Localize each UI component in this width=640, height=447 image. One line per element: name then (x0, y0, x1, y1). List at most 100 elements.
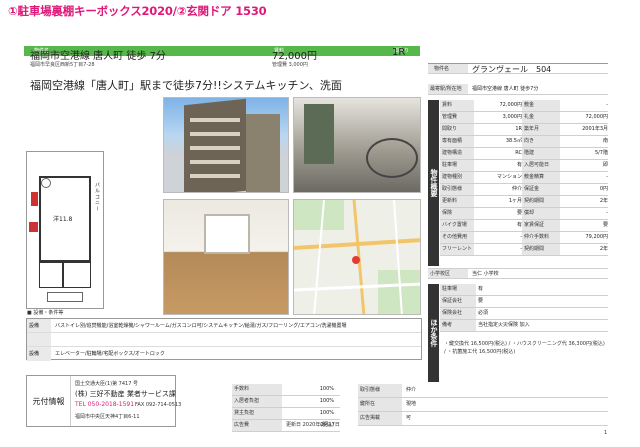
detail-value: 72,000円 (499, 102, 523, 108)
fee-label: 手数料 (232, 384, 282, 395)
equipment-row: 設備 エレベーター/駐輪場/宅配ボックス/オートロック (27, 347, 421, 361)
detail-label: 専有面積 (440, 136, 474, 147)
conditions-table: 駐車場有保証会社要保険会社 必須 備考 当社指定火災保険 加入 (440, 284, 608, 332)
detail-value: RC (515, 150, 522, 156)
detail-label: 築年月 (522, 124, 560, 135)
equipment-label (27, 333, 51, 346)
address-line: 福岡市空港線 唐人町 徒歩 7分 (30, 51, 166, 62)
fee-value: 100% (319, 386, 334, 392)
footer-right-table: 取引態様 仲介 鍵所在 現地 広告掲載可 (358, 384, 608, 426)
room-label: 洋11.8 (53, 216, 73, 223)
detail-value: 2年 (599, 198, 608, 204)
equipment-label: 設備 (27, 319, 51, 332)
detail-label: 階建 (522, 148, 560, 159)
property-detail-table: 賃料 72,000円 敷金 - 管理費 3,000円 礼金 72,000円 間取り 1R 築年月 20… (440, 100, 608, 256)
detail-row: 建物構造 RC 階建 5/7階 (440, 148, 608, 160)
detail-label: 契約期間 (522, 244, 560, 255)
detail-row: フリーレント-契約期間 2年 (440, 244, 608, 256)
condition-value: 必須 (478, 310, 489, 316)
detail-value: 2001年3月 (582, 126, 608, 132)
condition-row: 保険会社 必須 (440, 308, 608, 320)
detail-value: - (606, 102, 608, 108)
equipment-table: 設備 バストイレ別/追焚機能/浴室乾燥機/シャワールーム/ガスコンロ可/システムキ… (26, 318, 422, 361)
detail-label: 保証金 (522, 184, 560, 195)
price-line: 72,000円 (272, 51, 317, 62)
footer-right-label: 広告掲載 (358, 412, 402, 425)
company-fax: FAX 092-714-0513 (135, 402, 182, 408)
company-name: (株) 三好不動産 業者サービス課 (75, 390, 176, 398)
fee-value: 100% (319, 410, 334, 416)
detail-value: 3,000円 (502, 114, 522, 120)
property-location-row: 最寄駅/所在地 福岡市空港線 唐人町 徒歩7分 (428, 84, 608, 95)
detail-value: - (606, 210, 608, 216)
update-date: 更新日 2020年2月17日 (286, 422, 340, 428)
detail-label: 更新料 (440, 196, 474, 207)
condition-label: 駐車場 (440, 284, 476, 295)
floorplan: 洋11.8 バルコニー (26, 151, 104, 309)
detail-value: 仲介 (511, 186, 522, 192)
property-location-value: 福岡市空港線 唐人町 徒歩7分 (472, 86, 539, 92)
detail-value: 有 (516, 162, 522, 168)
detail-label: 賃料 (440, 100, 474, 111)
footer-right-label: 鍵所在 (358, 398, 402, 411)
condition-label: 備考 (440, 320, 476, 331)
detail-label: バイク置場 (440, 220, 474, 231)
footer-right-row: 取引態様 仲介 (358, 384, 608, 398)
equipment-label: 設備 (27, 347, 51, 361)
equipment-value: エレベーター/駐輪場/宅配ボックス/オートロック (55, 351, 165, 357)
condition-label: 保険会社 (440, 308, 476, 319)
detail-label: 敷金精算 (522, 172, 560, 183)
property-name-row: 物件名 グランヴェール 504 (428, 63, 608, 74)
footer-right-label: 取引態様 (358, 384, 402, 397)
fee-label: 貸主負担 (232, 408, 282, 419)
detail-row: 賃料 72,000円 敷金 - (440, 100, 608, 112)
detail-value: 即 (602, 162, 608, 168)
detail-row: 管理費 3,000円 礼金 72,000円 (440, 112, 608, 124)
detail-row: 建物種別 マンション 敷金精算 - (440, 172, 608, 184)
detail-value: 1ヶ月 (508, 198, 522, 204)
detail-label: フリーレント (440, 244, 474, 255)
fee-label: 広告費 (232, 420, 282, 431)
photo-interior (163, 199, 289, 315)
license: 国土交通大臣(1)第 7417 号 (75, 381, 138, 387)
notes: ・鍵交換代 16,500円(税込) / ・ハウスクリーニング代 36,300円(… (444, 341, 605, 355)
property-location-label: 最寄駅/所在地 (428, 84, 468, 94)
detail-label: その他費用 (440, 232, 474, 243)
footer-right-row: 広告掲載可 (358, 412, 608, 426)
detail-value: 要 (516, 210, 522, 216)
detail-value: 5/7階 (594, 150, 608, 156)
photo-building (163, 97, 289, 193)
equipment-row: 設備 バストイレ別/追焚機能/浴室乾燥機/シャワールーム/ガスコンロ可/システムキ… (27, 319, 421, 333)
detail-label: 償却 (522, 208, 560, 219)
detail-value: - (474, 244, 522, 255)
detail-value: 1R (515, 126, 522, 132)
section-label-overview: 物件概要 (428, 100, 439, 266)
page-number: 1 (604, 430, 608, 436)
address-sub: 福岡市早良区西新5丁目7-28 (30, 62, 95, 68)
detail-label: 取引態様 (440, 184, 474, 195)
detail-label: 敷金 (522, 100, 560, 111)
condition-value: 有 (478, 286, 484, 292)
footer-right-row: 鍵所在 現地 (358, 398, 608, 412)
condition-label: 保証会社 (440, 296, 476, 307)
property-name-label: 物件名 (428, 64, 468, 73)
price-sub: 管理費 3,000円 (272, 62, 308, 68)
layout-line: 1R (392, 47, 406, 58)
equipment-value (51, 333, 55, 346)
equipment-value: バストイレ別/追焚機能/浴室乾燥機/シャワールーム/ガスコンロ可/システムキッチ… (55, 323, 347, 329)
detail-value: 38.5㎡ (505, 138, 522, 144)
detail-label: 建物構造 (440, 148, 474, 159)
document-title: ①駐車場裏棚キーボックス2020/②玄関ドア 1530 (8, 4, 267, 18)
detail-row: 駐車場 有入居可能日 即 (440, 160, 608, 172)
detail-row: 取引態様 仲介 保証金 0円 (440, 184, 608, 196)
detail-row: 保険 要償却 - (440, 208, 608, 220)
condition-row: 備考 当社指定火災保険 加入 (440, 320, 608, 332)
fee-row: 貸主負担 100% (232, 408, 340, 420)
detail-row: 間取り 1R 築年月 2001年3月 (440, 124, 608, 136)
detail-label: 家賃保証 (522, 220, 560, 231)
company-tel: TEL 050-2018-1591 (75, 401, 135, 408)
detail-row: その他費用-仲介手数料 79,200円 (440, 232, 608, 244)
property-name-value: グランヴェール 504 (472, 65, 552, 74)
detail-label: 礼金 (522, 112, 560, 123)
catch-copy: 福岡空港線「唐人町」駅まで徒歩7分!!システムキッチン、洗面 (30, 79, 342, 92)
